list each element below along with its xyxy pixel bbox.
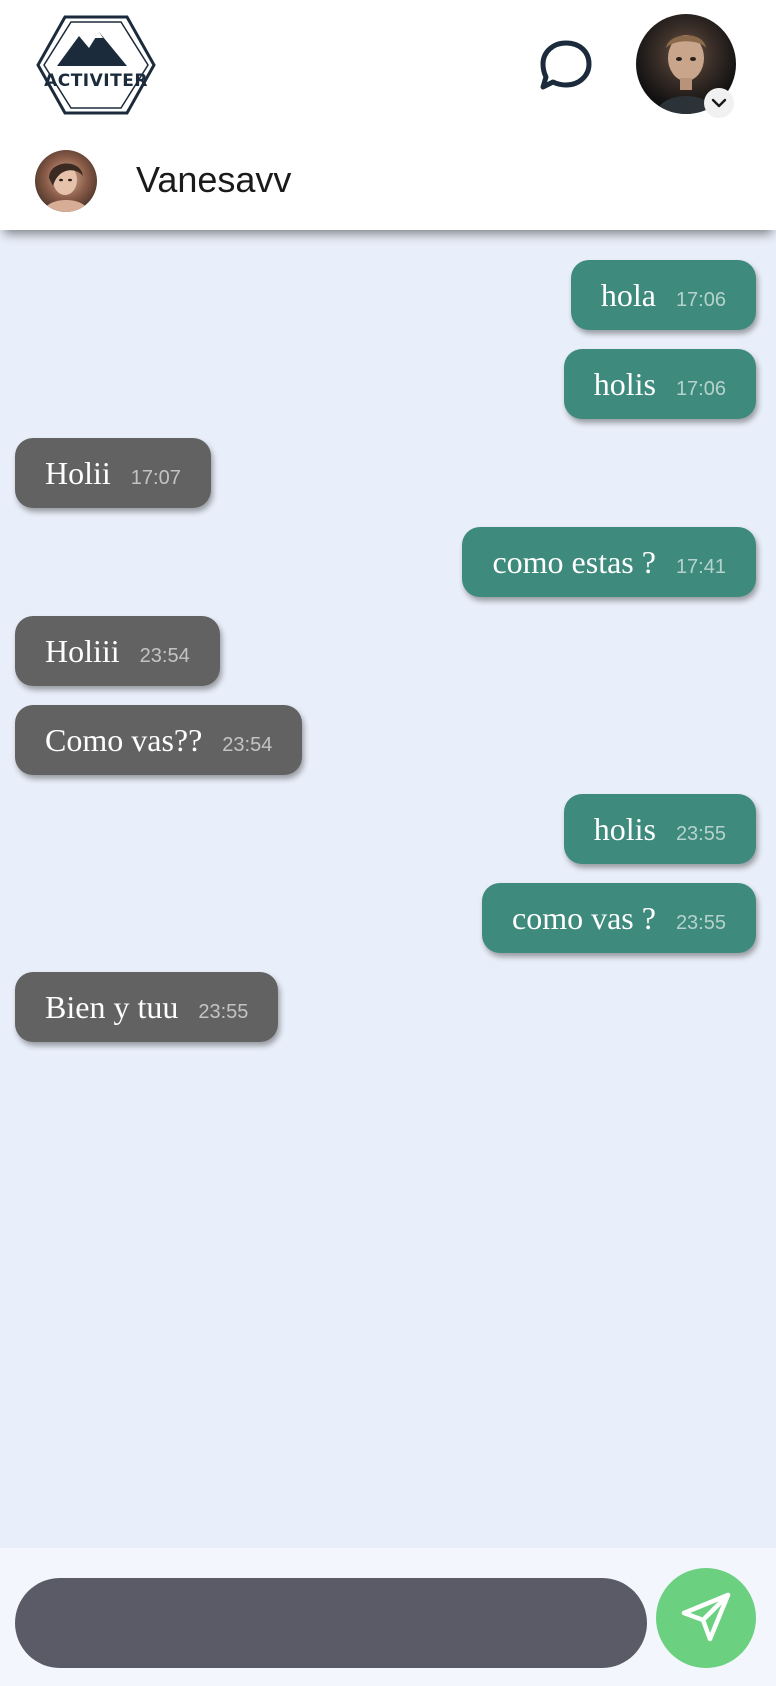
- message-time: 23:55: [675, 822, 726, 845]
- message-time: 17:06: [675, 288, 726, 311]
- message-input[interactable]: [15, 1578, 647, 1668]
- message-list[interactable]: hola 17:06 holis 17:06 Holii 17:07 como …: [0, 230, 776, 1548]
- message-text: Bien y tuu: [45, 988, 179, 1025]
- chevron-down-icon[interactable]: [704, 88, 734, 118]
- paper-plane-icon: [679, 1590, 733, 1647]
- message-time: 23:54: [222, 733, 273, 756]
- contact-name: Vanesavv: [136, 159, 292, 200]
- message-bubble-received[interactable]: Como vas?? 23:54: [15, 705, 303, 775]
- message-text: Como vas??: [45, 721, 203, 758]
- message-bubble-sent[interactable]: como vas ? 23:55: [481, 883, 756, 953]
- message-bubble-sent[interactable]: como estas ? 17:41: [462, 527, 756, 597]
- contact-avatar[interactable]: [35, 150, 97, 212]
- message-time: 23:55: [675, 911, 726, 934]
- send-button[interactable]: [656, 1568, 756, 1668]
- message-time: 17:07: [130, 466, 181, 489]
- message-composer: [0, 1548, 776, 1686]
- message-text: Holii: [45, 454, 111, 491]
- top-app-bar: ACTIVITER: [0, 0, 776, 130]
- message-bubble-sent[interactable]: hola 17:06: [570, 260, 756, 330]
- user-profile-menu[interactable]: [636, 14, 736, 118]
- message-bubble-sent[interactable]: holis 23:55: [563, 794, 756, 864]
- message-bubble-received[interactable]: Holiii 23:54: [15, 616, 220, 686]
- message-time: 23:55: [198, 1000, 249, 1023]
- message-text: Holiii: [45, 632, 120, 669]
- message-text: holis: [593, 365, 656, 402]
- contact-header: Vanesavv: [0, 130, 776, 230]
- message-time: 17:06: [675, 377, 726, 400]
- chat-screen: ACTIVITER Vanesavv hola 17:06 holis 17:0…: [0, 0, 776, 1686]
- speech-bubble-icon[interactable]: [536, 38, 596, 94]
- message-text: como estas ?: [492, 543, 656, 580]
- message-text: holis: [593, 810, 656, 847]
- message-bubble-received[interactable]: Bien y tuu 23:55: [15, 972, 279, 1042]
- message-text: como vas ?: [511, 899, 656, 936]
- svg-text:ACTIVITER: ACTIVITER: [44, 71, 148, 91]
- message-bubble-sent[interactable]: holis 17:06: [563, 349, 756, 419]
- message-text: hola: [600, 276, 656, 313]
- message-time: 23:54: [139, 644, 190, 667]
- activiter-logo[interactable]: ACTIVITER: [35, 14, 157, 116]
- message-time: 17:41: [675, 555, 726, 578]
- message-bubble-received[interactable]: Holii 17:07: [15, 438, 211, 508]
